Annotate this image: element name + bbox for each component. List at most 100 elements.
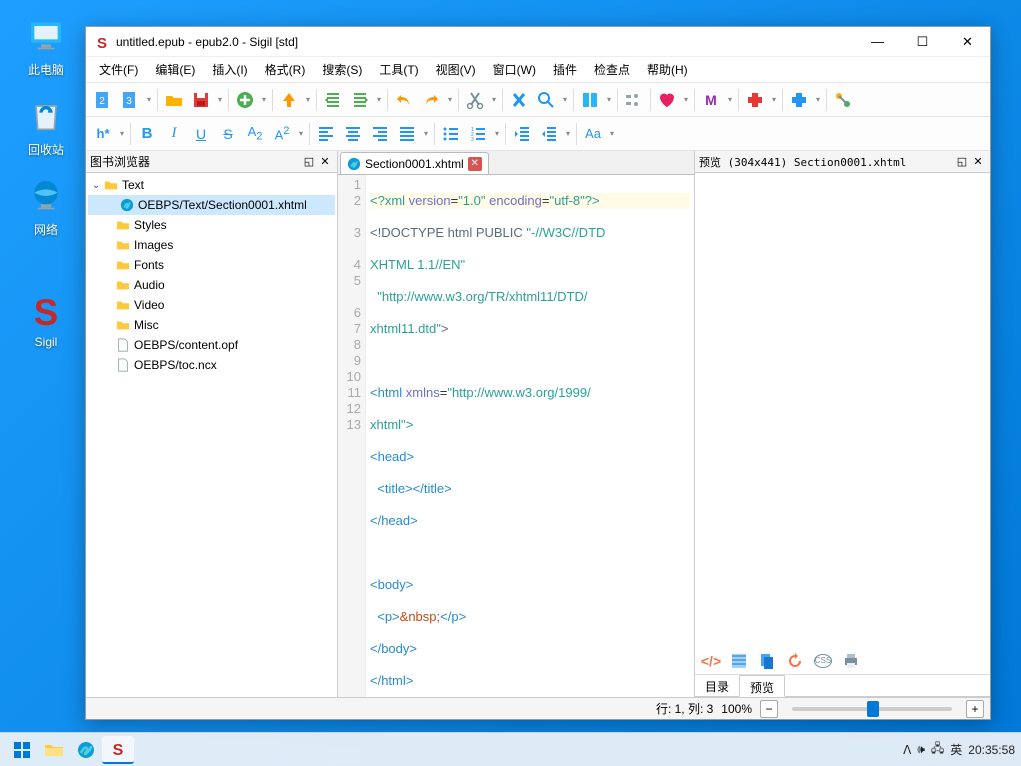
- search-button[interactable]: [533, 87, 559, 113]
- menu-checkpoint[interactable]: 检查点: [587, 58, 637, 81]
- edge-button[interactable]: [70, 736, 102, 764]
- tools-button[interactable]: [830, 87, 856, 113]
- outdent-button[interactable]: [509, 121, 535, 147]
- editor-tab[interactable]: Section0001.xhtml ✕: [340, 152, 489, 174]
- menu-tools[interactable]: 工具(T): [372, 58, 425, 81]
- code-area[interactable]: <?xml version="1.0" encoding="utf-8"?> <…: [366, 175, 694, 697]
- desktop-recycle[interactable]: 回收站: [12, 96, 80, 158]
- align-justify-button[interactable]: [394, 121, 420, 147]
- bold-button[interactable]: B: [134, 121, 160, 147]
- close-icon[interactable]: ✕: [970, 155, 986, 168]
- dropdown-icon[interactable]: ▾: [215, 95, 225, 104]
- subscript-button[interactable]: A2: [242, 121, 268, 147]
- add-button[interactable]: [232, 87, 258, 113]
- align-center-button[interactable]: [340, 121, 366, 147]
- undo-button[interactable]: [391, 87, 417, 113]
- indent-right-button[interactable]: [347, 87, 373, 113]
- menu-help[interactable]: 帮助(H): [640, 58, 695, 81]
- book-tree[interactable]: ⌄Text OEBPS/Text/Section0001.xhtml Style…: [86, 173, 337, 697]
- superscript-button[interactable]: A2: [269, 121, 295, 147]
- new-epub2-button[interactable]: 2: [90, 87, 116, 113]
- menu-edit[interactable]: 编辑(E): [148, 58, 202, 81]
- tab-preview[interactable]: 预览: [739, 675, 785, 697]
- favorite-button[interactable]: [654, 87, 680, 113]
- float-icon[interactable]: ◱: [954, 155, 970, 168]
- dropdown-icon[interactable]: ▾: [259, 95, 269, 104]
- slider-thumb[interactable]: [867, 701, 879, 717]
- cut-button[interactable]: [462, 87, 488, 113]
- heading-button[interactable]: h*: [90, 121, 116, 147]
- print-button[interactable]: [839, 649, 863, 673]
- tree-file-opf[interactable]: OEBPS/content.opf: [88, 335, 335, 355]
- dropdown-icon[interactable]: ▾: [725, 95, 735, 104]
- tree-folder-misc[interactable]: Misc: [88, 315, 335, 335]
- indent-button[interactable]: [536, 121, 562, 147]
- chevron-up-icon[interactable]: ᐱ: [903, 743, 911, 757]
- dropdown-icon[interactable]: ▾: [117, 129, 127, 138]
- menu-insert[interactable]: 插入(I): [205, 58, 254, 81]
- network-icon[interactable]: 🖧: [931, 739, 944, 760]
- desktop-sigil[interactable]: S Sigil: [12, 290, 80, 349]
- menu-file[interactable]: 文件(F): [92, 58, 145, 81]
- dropdown-icon[interactable]: ▾: [607, 129, 617, 138]
- minimize-button[interactable]: —: [855, 27, 900, 57]
- tree-folder-fonts[interactable]: Fonts: [88, 255, 335, 275]
- align-left-button[interactable]: [313, 121, 339, 147]
- float-icon[interactable]: ◱: [301, 155, 317, 168]
- reload-button[interactable]: [783, 649, 807, 673]
- dropdown-icon[interactable]: ▾: [445, 95, 455, 104]
- zoom-slider[interactable]: [792, 707, 952, 711]
- save-button[interactable]: [188, 87, 214, 113]
- tab-toc[interactable]: 目录: [695, 675, 739, 696]
- indent-left-button[interactable]: [320, 87, 346, 113]
- explorer-button[interactable]: [38, 736, 70, 764]
- dropdown-icon[interactable]: ▾: [421, 129, 431, 138]
- underline-button[interactable]: U: [188, 121, 214, 147]
- split-button[interactable]: [577, 87, 603, 113]
- plugin2-button[interactable]: [786, 87, 812, 113]
- clock[interactable]: 20:35:58: [968, 743, 1015, 757]
- list-number-button[interactable]: 123: [465, 121, 491, 147]
- code-view-button[interactable]: </>: [699, 649, 723, 673]
- tree-folder-video[interactable]: Video: [88, 295, 335, 315]
- dropdown-icon[interactable]: ▾: [296, 129, 306, 138]
- maximize-button[interactable]: ☐: [900, 27, 945, 57]
- code-editor[interactable]: 12345678910111213 <?xml version="1.0" en…: [338, 175, 694, 697]
- dropdown-icon[interactable]: ▾: [563, 129, 573, 138]
- new-epub3-button[interactable]: 3: [117, 87, 143, 113]
- start-button[interactable]: [6, 736, 38, 764]
- titlebar[interactable]: S untitled.epub - epub2.0 - Sigil [std] …: [86, 27, 990, 57]
- align-right-button[interactable]: [367, 121, 393, 147]
- tree-folder-audio[interactable]: Audio: [88, 275, 335, 295]
- dropdown-icon[interactable]: ▾: [813, 95, 823, 104]
- desktop-this-pc[interactable]: 此电脑: [12, 16, 80, 78]
- copy-button[interactable]: [755, 649, 779, 673]
- zoom-in-button[interactable]: +: [966, 700, 984, 718]
- menu-plugins[interactable]: 插件: [546, 58, 584, 81]
- tree-folder-images[interactable]: Images: [88, 235, 335, 255]
- close-button[interactable]: ✕: [945, 27, 990, 57]
- list-bullet-button[interactable]: [438, 121, 464, 147]
- volume-icon[interactable]: 🕪: [917, 742, 925, 757]
- clean-button[interactable]: [506, 87, 532, 113]
- menu-view[interactable]: 视图(V): [429, 58, 483, 81]
- menu-format[interactable]: 格式(R): [258, 58, 313, 81]
- dropdown-icon[interactable]: ▾: [492, 129, 502, 138]
- case-button[interactable]: Aa: [580, 121, 606, 147]
- tree-folder-text[interactable]: ⌄Text: [88, 175, 335, 195]
- desktop-network[interactable]: 网络: [12, 176, 80, 238]
- tab-close-icon[interactable]: ✕: [468, 157, 482, 171]
- open-button[interactable]: [161, 87, 187, 113]
- dropdown-icon[interactable]: ▾: [144, 95, 154, 104]
- dropdown-icon[interactable]: ▾: [681, 95, 691, 104]
- dropdown-icon[interactable]: ▾: [604, 95, 614, 104]
- up-button[interactable]: [276, 87, 302, 113]
- ime-indicator[interactable]: 英: [950, 741, 962, 758]
- tree-file-ncx[interactable]: OEBPS/toc.ncx: [88, 355, 335, 375]
- dropdown-icon[interactable]: ▾: [560, 95, 570, 104]
- css-button[interactable]: CSS: [811, 649, 835, 673]
- redo-button[interactable]: [418, 87, 444, 113]
- dropdown-icon[interactable]: ▾: [769, 95, 779, 104]
- tree-file-section[interactable]: OEBPS/Text/Section0001.xhtml: [88, 195, 335, 215]
- tree-folder-styles[interactable]: Styles: [88, 215, 335, 235]
